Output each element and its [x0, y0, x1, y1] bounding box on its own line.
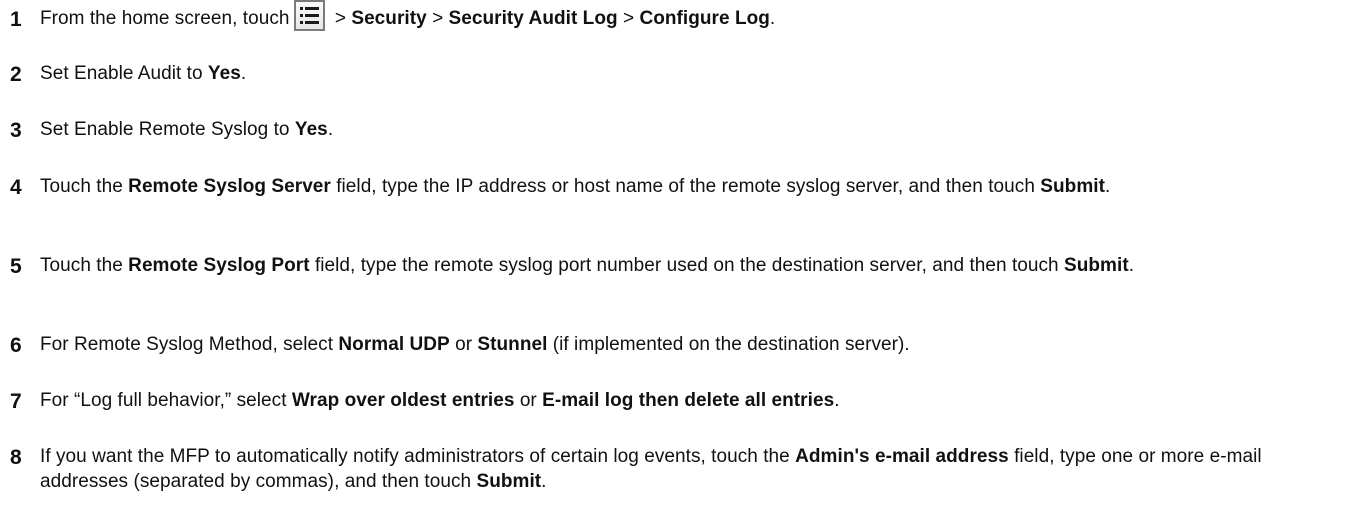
step-8: 8 If you want the MFP to automatically n… [0, 444, 1355, 494]
step-text-segment: . [240, 63, 247, 84]
step-text-segment: . [834, 390, 840, 411]
step-text: Touch the Remote Syslog Server field, ty… [32, 174, 1355, 199]
step-text-segment: field, type the remote syslog port numbe… [309, 255, 1065, 276]
step-text-segment: . [327, 119, 334, 140]
step-text-segment: For “Log full behavior,” select [40, 390, 292, 411]
submit-label: Submit [476, 471, 542, 492]
step-text-segment: . [541, 471, 547, 492]
step-text-segment: For Remote Syslog Method, select [40, 334, 339, 355]
menu-path-configure-log: Configure Log [639, 8, 770, 29]
step-number: 4 [10, 176, 22, 199]
step-text-segment: If you want the MFP to automatically not… [40, 446, 796, 467]
step-3: 3 Set Enable Remote Syslog to Yes. [0, 117, 1355, 145]
step-6: 6 For Remote Syslog Method, select Norma… [0, 332, 1355, 360]
step-text-segment: From the home screen, touch [40, 8, 290, 29]
submit-label: Submit [1040, 176, 1105, 197]
step-1: 1 From the home screen, touch > Security… [0, 0, 1355, 34]
menu-path-security-audit-log: Security Audit Log [448, 8, 618, 29]
step-text-segment: > [426, 8, 449, 29]
step-4: 4 Touch the Remote Syslog Server field, … [0, 174, 1355, 202]
step-number: 2 [10, 63, 22, 86]
step-number: 6 [10, 334, 22, 357]
option-yes: Yes [207, 63, 241, 84]
field-remote-syslog-port: Remote Syslog Port [128, 255, 310, 276]
step-2: 2 Set Enable Audit to Yes. [0, 61, 1355, 89]
step-text-segment: Set Enable Audit to [40, 63, 208, 84]
option-wrap-over-oldest-entries: Wrap over oldest entries [291, 390, 515, 411]
step-text-segment: > [617, 8, 640, 29]
field-admin-email-address: Admin's e-mail address [795, 446, 1009, 467]
menu-list-icon [293, 0, 325, 32]
step-text: For “Log full behavior,” select Wrap ove… [32, 388, 1355, 413]
step-text-segment: Set Enable Remote Syslog to [40, 119, 295, 140]
submit-label: Submit [1064, 255, 1129, 276]
step-text-segment: . [1104, 176, 1111, 197]
step-number: 8 [10, 446, 22, 469]
step-text-segment: Touch the [40, 176, 129, 197]
step-number: 3 [10, 119, 22, 142]
option-normal-udp: Normal UDP [338, 334, 450, 355]
option-email-log-then-delete: E-mail log then delete all entries [542, 390, 835, 411]
step-text: Set Enable Remote Syslog to Yes. [32, 117, 1355, 142]
step-text-segment: or [449, 334, 478, 355]
step-text-segment: (if implemented on the destination serve… [547, 334, 910, 355]
step-text-segment: > [329, 8, 352, 29]
step-text-segment: Touch the [40, 255, 129, 276]
step-text-segment: field, type the IP address or host name … [330, 176, 1041, 197]
step-number: 5 [10, 255, 22, 278]
step-7: 7 For “Log full behavior,” select Wrap o… [0, 388, 1355, 416]
option-stunnel: Stunnel [477, 334, 548, 355]
step-number: 1 [10, 8, 22, 31]
step-text: Touch the Remote Syslog Port field, type… [32, 253, 1355, 278]
step-text-segment: . [769, 8, 776, 29]
step-text: From the home screen, touch > Security >… [32, 0, 1355, 32]
step-text: For Remote Syslog Method, select Normal … [32, 332, 1355, 357]
menu-path-security: Security [351, 8, 427, 29]
step-text-segment: . [1128, 255, 1135, 276]
step-5: 5 Touch the Remote Syslog Port field, ty… [0, 253, 1355, 281]
step-text: If you want the MFP to automatically not… [32, 444, 1355, 494]
step-number: 7 [10, 390, 22, 413]
field-remote-syslog-server: Remote Syslog Server [128, 176, 331, 197]
option-yes: Yes [294, 119, 328, 140]
step-text-segment: or [514, 390, 543, 411]
step-text: Set Enable Audit to Yes. [32, 61, 1355, 86]
